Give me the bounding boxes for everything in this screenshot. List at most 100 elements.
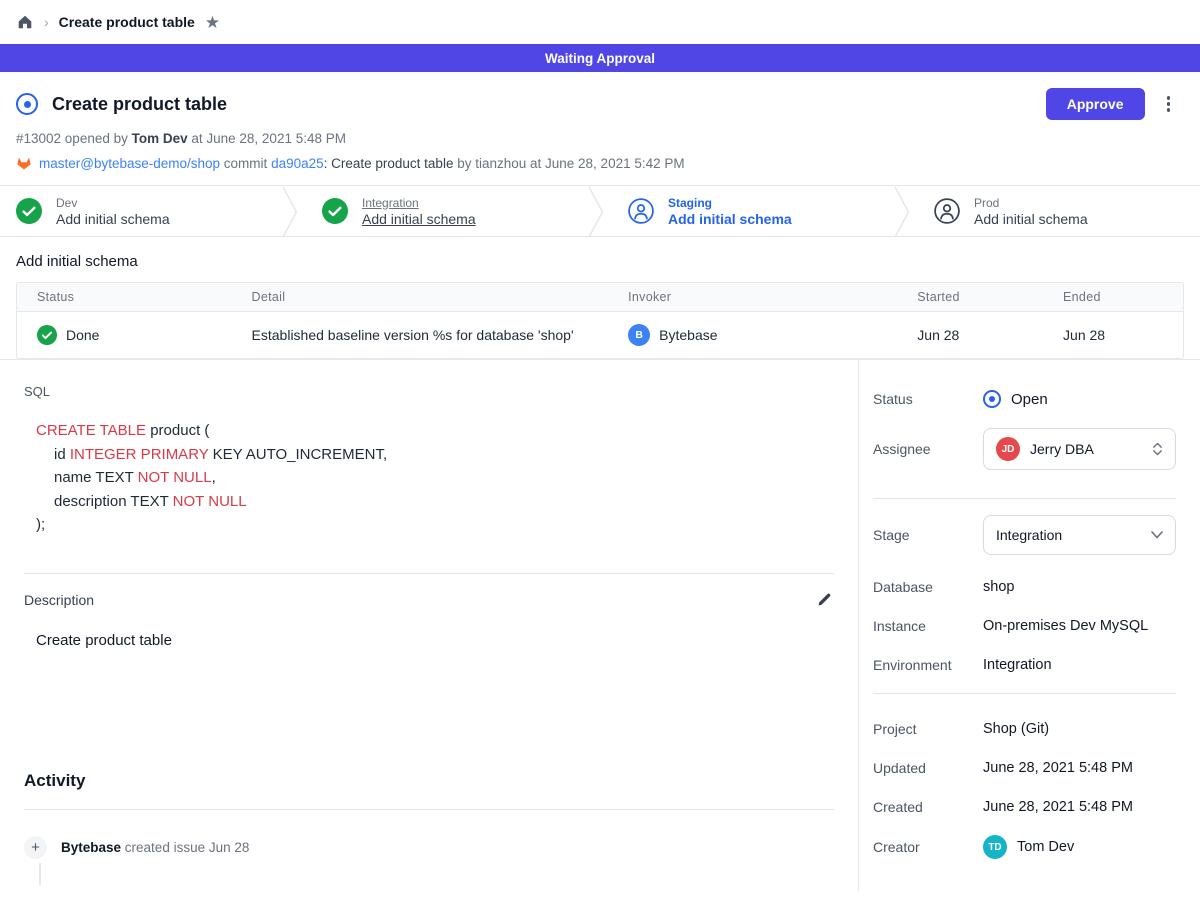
status-value: Open <box>1011 391 1048 408</box>
breadcrumb-title[interactable]: Create product table <box>59 14 195 30</box>
stage-value: Integration <box>996 527 1141 543</box>
person-circle-icon <box>934 198 960 224</box>
divider <box>24 809 834 810</box>
task-invoker: Bytebase <box>659 327 717 343</box>
activity-title: Activity <box>24 771 834 791</box>
assignee-value: Jerry DBA <box>1030 441 1142 457</box>
description-text[interactable]: Create product table <box>36 632 834 649</box>
person-circle-icon <box>628 198 654 224</box>
stage-separator <box>588 186 604 238</box>
stage-label: Stage <box>873 527 983 543</box>
assignee-label: Assignee <box>873 441 983 457</box>
check-circle-icon <box>322 198 348 224</box>
status-label: Status <box>873 391 983 407</box>
task-detail: Established baseline version %s for data… <box>232 315 609 355</box>
commit-hash-link[interactable]: da90a25 <box>271 156 324 171</box>
task-section-title: Add initial schema <box>16 253 1184 270</box>
commit-byline: by tianzhou at June 28, 2021 5:42 PM <box>453 156 684 171</box>
task-ended: Jun 28 <box>1043 315 1183 355</box>
updated-value: June 28, 2021 5:48 PM <box>983 760 1133 776</box>
divider <box>24 573 834 574</box>
col-ended: Ended <box>1043 283 1183 311</box>
issue-header: Create product table Approve #13002 open… <box>0 72 1200 185</box>
stage-staging[interactable]: StagingAdd initial schema <box>604 186 894 236</box>
environment-label: Environment <box>873 657 983 673</box>
col-invoker: Invoker <box>608 283 897 311</box>
stage-env-label: Staging <box>668 196 792 210</box>
creator-value: Tom Dev <box>1017 839 1074 855</box>
issue-id-text: #13002 opened by <box>16 131 132 146</box>
branch-link[interactable]: master@bytebase-demo/shop <box>39 156 220 171</box>
table-header-row: Status Detail Invoker Started Ended <box>17 283 1183 312</box>
commit-label: commit <box>220 156 271 171</box>
divider <box>873 693 1176 694</box>
task-started: Jun 28 <box>897 315 1043 355</box>
check-circle-icon <box>37 325 57 345</box>
commit-line: master@bytebase-demo/shop commit da90a25… <box>16 155 1184 171</box>
activity-item: + Bytebase created issue Jun 28 <box>24 836 834 859</box>
kebab-menu-icon[interactable] <box>1163 92 1175 116</box>
breadcrumb: › Create product table ★ <box>0 0 1200 44</box>
stage-select[interactable]: Integration <box>983 515 1176 555</box>
activity-author: Bytebase <box>61 840 121 855</box>
issue-sidebar: Status Open Assignee JD Jerry DBA Stage … <box>858 360 1200 891</box>
col-started: Started <box>897 283 1043 311</box>
chevron-right-icon: › <box>44 14 49 30</box>
table-row[interactable]: Done Established baseline version %s for… <box>17 312 1183 358</box>
plus-icon: + <box>24 836 47 859</box>
task-status: Done <box>66 327 99 343</box>
stage-env-label: Dev <box>56 196 170 210</box>
database-value[interactable]: shop <box>983 579 1014 595</box>
instance-value[interactable]: On-premises Dev MySQL <box>983 618 1148 634</box>
edit-pencil-icon[interactable] <box>814 590 834 610</box>
database-label: Database <box>873 579 983 595</box>
project-label: Project <box>873 721 983 737</box>
environment-value[interactable]: Integration <box>983 657 1052 673</box>
sql-label: SQL <box>24 384 834 399</box>
stage-env-label: Integration <box>362 196 476 210</box>
stage-prod[interactable]: ProdAdd initial schema <box>910 186 1200 236</box>
bytebase-avatar: B <box>628 324 650 346</box>
issue-open-icon <box>16 93 38 115</box>
timeline-line <box>39 863 41 885</box>
status-banner: Waiting Approval <box>0 44 1200 72</box>
open-status-icon <box>983 390 1001 408</box>
chevron-down-icon <box>1151 531 1163 539</box>
creator-avatar: TD <box>983 835 1007 859</box>
assignee-select[interactable]: JD Jerry DBA <box>983 428 1176 470</box>
issue-body: SQL CREATE TABLE product ( id INTEGER PR… <box>0 360 858 891</box>
divider <box>873 498 1176 499</box>
activity-action: created issue Jun 28 <box>121 840 249 855</box>
issue-meta: #13002 opened by Tom Dev at June 28, 202… <box>16 131 1184 146</box>
sql-code: CREATE TABLE product ( id INTEGER PRIMAR… <box>36 419 834 537</box>
stage-separator <box>894 186 910 238</box>
updown-icon <box>1152 441 1163 457</box>
issue-author: Tom Dev <box>132 131 188 146</box>
project-value[interactable]: Shop (Git) <box>983 721 1049 737</box>
stage-task-label: Add initial schema <box>56 211 170 227</box>
pipeline: DevAdd initial schema IntegrationAdd ini… <box>0 185 1200 237</box>
task-table: Status Detail Invoker Started Ended Done… <box>16 282 1184 359</box>
description-label: Description <box>24 592 94 608</box>
col-detail: Detail <box>232 283 609 311</box>
task-section: Add initial schema Status Detail Invoker… <box>0 237 1200 359</box>
col-status: Status <box>17 283 232 311</box>
commit-message: : Create product table <box>324 156 454 171</box>
stage-task-label: Add initial schema <box>974 211 1088 227</box>
assignee-avatar: JD <box>996 437 1020 461</box>
star-icon[interactable]: ★ <box>205 14 220 31</box>
created-label: Created <box>873 799 983 815</box>
stage-task-label: Add initial schema <box>362 211 476 227</box>
home-icon[interactable] <box>16 13 34 31</box>
instance-label: Instance <box>873 618 983 634</box>
approve-button[interactable]: Approve <box>1046 88 1145 120</box>
page-title: Create product table <box>52 94 1046 115</box>
stage-env-label: Prod <box>974 196 1088 210</box>
stage-dev[interactable]: DevAdd initial schema <box>0 186 282 236</box>
created-value: June 28, 2021 5:48 PM <box>983 799 1133 815</box>
stage-integration[interactable]: IntegrationAdd initial schema <box>298 186 588 236</box>
updated-label: Updated <box>873 760 983 776</box>
stage-separator <box>282 186 298 238</box>
check-circle-icon <box>16 198 42 224</box>
issue-time: at June 28, 2021 5:48 PM <box>188 131 346 146</box>
